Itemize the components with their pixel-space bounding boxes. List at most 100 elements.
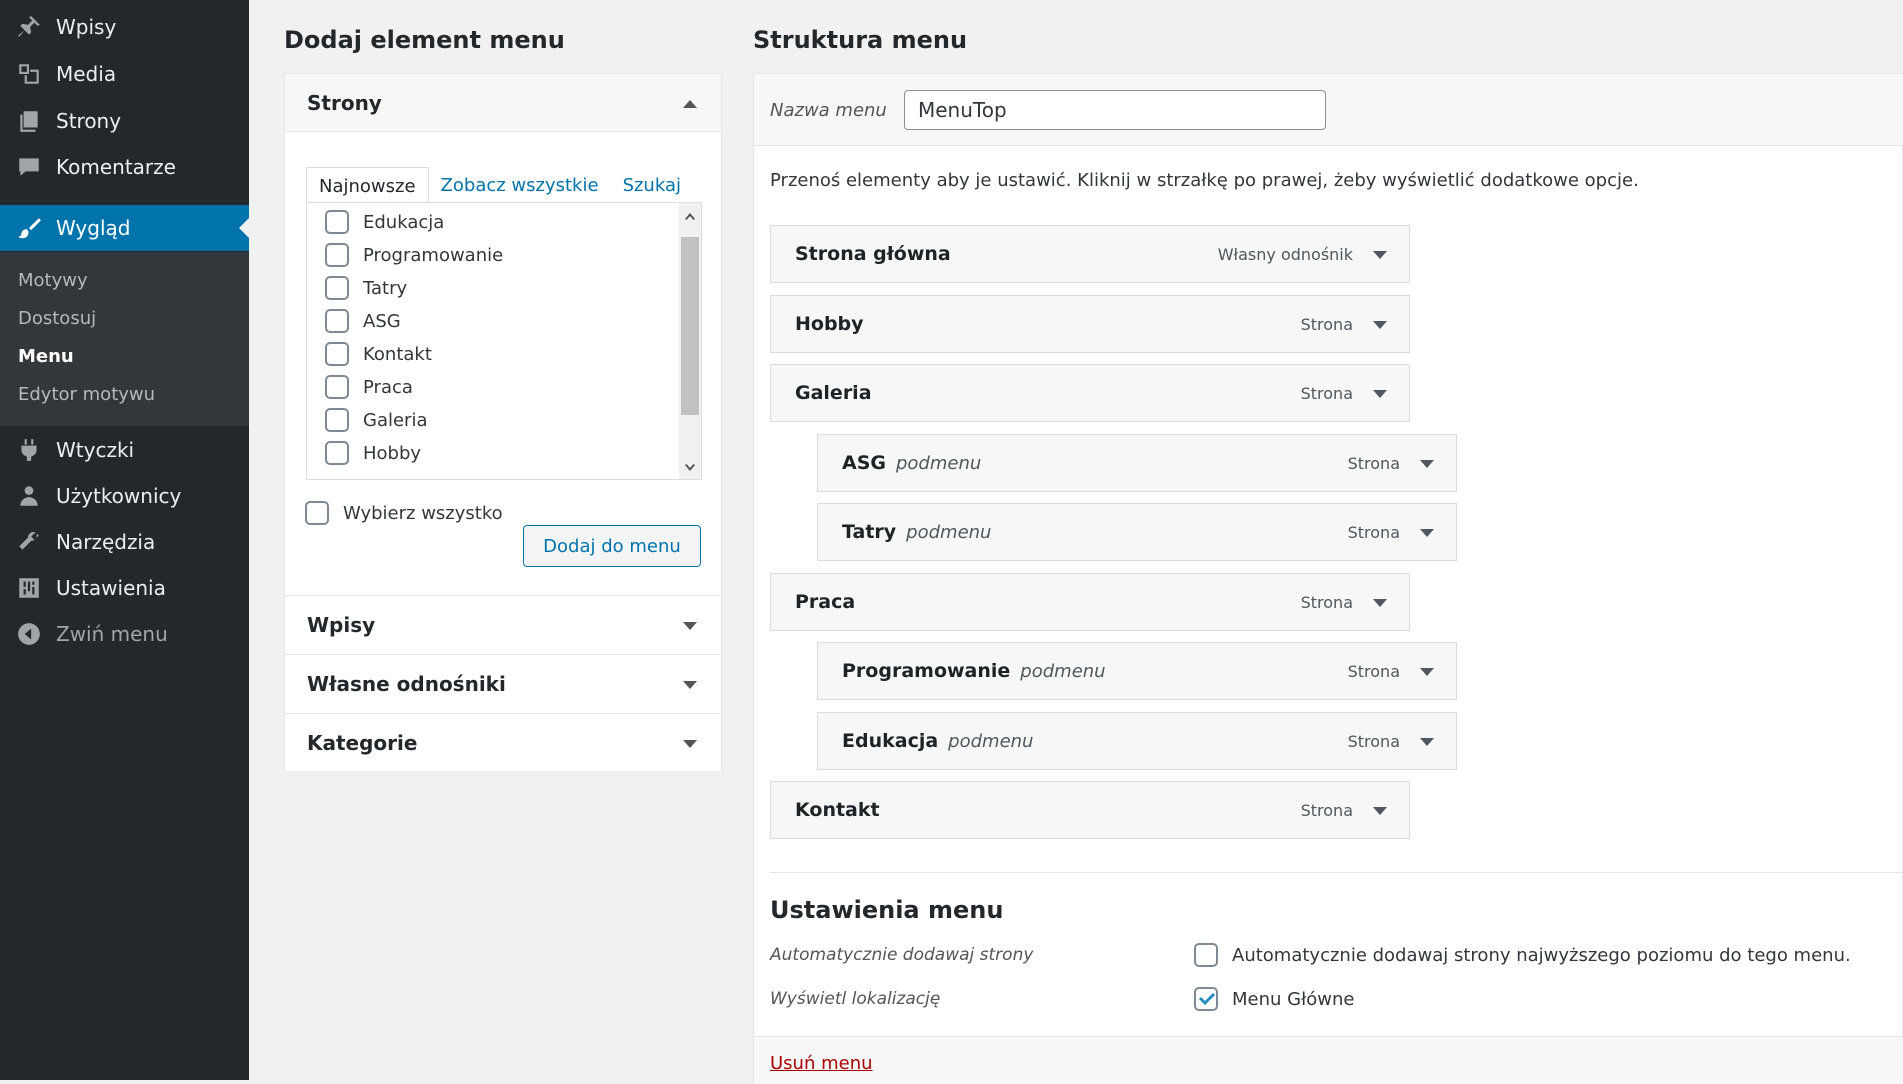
expand-arrow-icon[interactable] bbox=[1373, 251, 1387, 259]
categories-box-header[interactable]: Kategorie bbox=[285, 713, 721, 771]
checkbox[interactable] bbox=[325, 441, 349, 465]
expand-arrow-icon[interactable] bbox=[1373, 390, 1387, 398]
submenu-dostosuj[interactable]: Dostosuj bbox=[18, 308, 96, 329]
menu-item-asg[interactable]: ASG podmenu Strona bbox=[817, 434, 1457, 492]
checkbox[interactable] bbox=[325, 210, 349, 234]
page-label: Praca bbox=[363, 376, 413, 398]
menu-item-hobby[interactable]: Hobby Strona bbox=[770, 295, 1410, 353]
menu-item-type: Strona bbox=[1300, 383, 1353, 403]
menu-item-title: Programowanie bbox=[842, 660, 1011, 682]
select-all[interactable]: Wybierz wszystko bbox=[305, 501, 503, 525]
collapse-label: Zwiń menu bbox=[56, 622, 168, 646]
menu-item-programowanie[interactable]: Programowanie podmenu Strona bbox=[817, 642, 1457, 700]
menu-item-title: Strona główna bbox=[795, 243, 951, 265]
pages-tabs: Najnowsze Zobacz wszystkie Szukaj bbox=[306, 167, 693, 203]
divider bbox=[770, 872, 1903, 873]
expand-arrow-icon[interactable] bbox=[1420, 738, 1434, 746]
menu-name-input[interactable]: MenuTop bbox=[904, 90, 1326, 130]
comments-icon bbox=[14, 152, 44, 182]
expand-arrow-icon[interactable] bbox=[1373, 321, 1387, 329]
pages-icon bbox=[14, 106, 44, 136]
chevron-up-icon bbox=[683, 100, 697, 108]
pages-box-header[interactable]: Strony bbox=[285, 74, 721, 132]
plugin-icon bbox=[14, 435, 44, 465]
sidebar-item-media[interactable]: Media bbox=[0, 54, 249, 94]
add-to-menu-button[interactable]: Dodaj do menu bbox=[523, 525, 701, 567]
submenu-motywy[interactable]: Motywy bbox=[18, 270, 88, 291]
sidebar-item-label: Narzędzia bbox=[56, 530, 156, 554]
tab-najnowsze[interactable]: Najnowsze bbox=[306, 167, 429, 203]
tab-szukaj[interactable]: Szukaj bbox=[611, 167, 693, 203]
categories-box-title: Kategorie bbox=[307, 730, 418, 755]
auto-add-option[interactable]: Automatycznie dodawaj strony najwyższego… bbox=[1194, 943, 1851, 967]
sidebar-item-uzytkownicy[interactable]: Użytkownicy bbox=[0, 476, 249, 516]
chevron-down-icon bbox=[683, 622, 697, 630]
scroll-down-icon[interactable] bbox=[683, 460, 697, 474]
checkbox[interactable] bbox=[325, 342, 349, 366]
location-checkbox[interactable] bbox=[1194, 987, 1218, 1011]
expand-arrow-icon[interactable] bbox=[1373, 599, 1387, 607]
sidebar-item-wpisy[interactable]: Wpisy bbox=[0, 7, 249, 47]
admin-sidebar: Wpisy Media Strony Komentarze Wygląd Mot… bbox=[0, 0, 249, 1080]
tab-zobacz-wszystkie[interactable]: Zobacz wszystkie bbox=[429, 167, 611, 203]
posts-box-header[interactable]: Wpisy bbox=[285, 595, 721, 653]
sidebar-item-ustawienia[interactable]: Ustawienia bbox=[0, 568, 249, 608]
expand-arrow-icon[interactable] bbox=[1420, 460, 1434, 468]
page-option-kontakt[interactable]: Kontakt bbox=[325, 341, 432, 367]
checkbox[interactable] bbox=[325, 309, 349, 333]
add-menu-item-heading: Dodaj element menu bbox=[284, 26, 565, 54]
collapse-menu-button[interactable]: Zwiń menu bbox=[0, 614, 249, 654]
sidebar-item-label: Komentarze bbox=[56, 155, 176, 179]
menu-item-type: Strona bbox=[1300, 314, 1353, 334]
submenu-menu[interactable]: Menu bbox=[18, 346, 74, 367]
auto-add-checkbox[interactable] bbox=[1194, 943, 1218, 967]
menu-item-kontakt[interactable]: Kontakt Strona bbox=[770, 781, 1410, 839]
expand-arrow-icon[interactable] bbox=[1373, 807, 1387, 815]
menu-item-tatry[interactable]: Tatry podmenu Strona bbox=[817, 503, 1457, 561]
checkbox[interactable] bbox=[325, 243, 349, 267]
active-indicator bbox=[239, 218, 249, 238]
page-label: Hobby bbox=[363, 442, 422, 464]
menu-item-edukacja[interactable]: Edukacja podmenu Strona bbox=[817, 712, 1457, 770]
checkbox[interactable] bbox=[325, 375, 349, 399]
sidebar-item-komentarze[interactable]: Komentarze bbox=[0, 147, 249, 187]
page-option-praca[interactable]: Praca bbox=[325, 374, 413, 400]
custom-links-box-header[interactable]: Własne odnośniki bbox=[285, 654, 721, 712]
delete-menu-link[interactable]: Usuń menu bbox=[770, 1053, 873, 1074]
menu-item-type: Strona bbox=[1347, 522, 1400, 542]
media-icon bbox=[14, 59, 44, 89]
scroll-up-icon[interactable] bbox=[683, 208, 697, 222]
page-option-tatry[interactable]: Tatry bbox=[325, 275, 407, 301]
submenu-tag: podmenu bbox=[948, 730, 1034, 752]
settings-icon bbox=[14, 573, 44, 603]
scrollbar[interactable] bbox=[679, 203, 701, 479]
sidebar-item-narzedzia[interactable]: Narzędzia bbox=[0, 522, 249, 562]
submenu-edytor-motywu[interactable]: Edytor motywu bbox=[18, 384, 155, 405]
select-all-label: Wybierz wszystko bbox=[343, 502, 503, 524]
select-all-checkbox[interactable] bbox=[305, 501, 329, 525]
chevron-down-icon bbox=[683, 681, 697, 689]
page-option-asg[interactable]: ASG bbox=[325, 308, 401, 334]
checkbox[interactable] bbox=[325, 408, 349, 432]
page-label: Tatry bbox=[363, 277, 408, 299]
menu-item-strona-glowna[interactable]: Strona główna Własny odnośnik bbox=[770, 225, 1410, 283]
scroll-thumb[interactable] bbox=[681, 237, 699, 415]
tools-icon bbox=[14, 527, 44, 557]
page-option-programowanie[interactable]: Programowanie bbox=[325, 242, 503, 268]
menu-item-praca[interactable]: Praca Strona bbox=[770, 573, 1410, 631]
checkbox[interactable] bbox=[325, 276, 349, 300]
sidebar-item-wyglad[interactable]: Wygląd bbox=[0, 205, 249, 251]
menu-item-title: Kontakt bbox=[795, 799, 880, 821]
submenu-tag: podmenu bbox=[1020, 660, 1106, 682]
location-option[interactable]: Menu Główne bbox=[1194, 987, 1354, 1011]
page-option-galeria[interactable]: Galeria bbox=[325, 407, 428, 433]
menu-item-title: ASG bbox=[842, 452, 886, 474]
expand-arrow-icon[interactable] bbox=[1420, 529, 1434, 537]
sidebar-item-strony[interactable]: Strony bbox=[0, 101, 249, 141]
menu-item-galeria[interactable]: Galeria Strona bbox=[770, 364, 1410, 422]
page-option-hobby[interactable]: Hobby bbox=[325, 440, 421, 466]
expand-arrow-icon[interactable] bbox=[1420, 668, 1434, 676]
sidebar-item-wtyczki[interactable]: Wtyczki bbox=[0, 430, 249, 470]
menu-name-label: Nazwa menu bbox=[770, 100, 887, 121]
page-option-edukacja[interactable]: Edukacja bbox=[325, 209, 444, 235]
